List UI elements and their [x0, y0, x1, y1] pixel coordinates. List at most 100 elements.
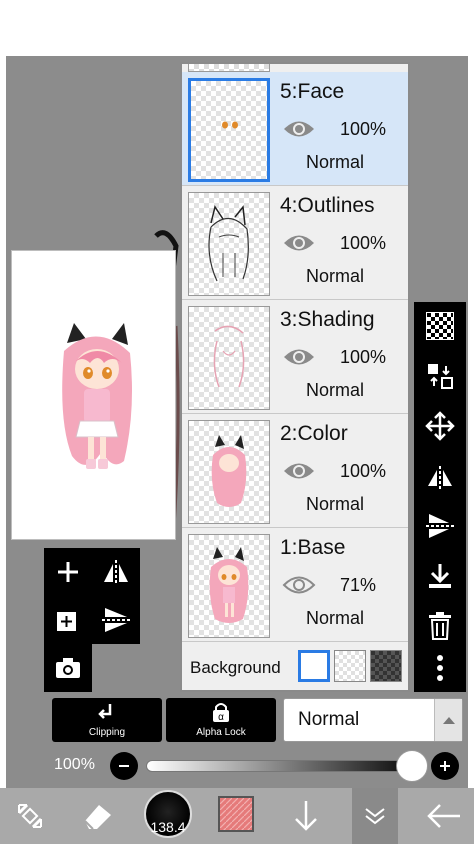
background-row: Background	[182, 644, 408, 690]
opacity-decrease-button[interactable]	[110, 752, 138, 780]
trash-icon	[429, 612, 451, 640]
plus-icon	[58, 562, 78, 582]
flip-vertical-layer-button[interactable]	[420, 506, 460, 546]
camera-toolbox	[44, 644, 92, 692]
eye-icon[interactable]	[282, 232, 316, 254]
layer-thumbnail	[188, 306, 270, 410]
brush-size-button[interactable]: 138.4	[144, 790, 192, 838]
layer-opacity: 71%	[340, 575, 377, 595]
flip-horizontal-icon	[428, 466, 452, 489]
clipping-icon	[98, 704, 112, 719]
eye-icon[interactable]	[282, 346, 316, 368]
opacity-increase-button[interactable]	[431, 752, 459, 780]
clipping-button[interactable]: Clipping	[52, 698, 162, 742]
collapse-panel-button[interactable]	[351, 792, 399, 840]
lock-icon: α	[213, 703, 229, 723]
camera-icon	[56, 658, 80, 678]
layer-actions-toolbar	[414, 302, 466, 692]
layer-opacity: 100%	[340, 347, 387, 367]
layer-thumbnail	[188, 192, 270, 296]
eye-icon[interactable]	[282, 460, 316, 482]
blend-mode-select[interactable]: Normal	[283, 698, 463, 742]
color-picker-button[interactable]	[218, 796, 254, 832]
more-options-button[interactable]	[420, 648, 460, 688]
opacity-slider-handle[interactable]	[396, 750, 428, 782]
layer-blend-mode: Normal	[306, 380, 365, 400]
transfer-icon	[428, 364, 453, 389]
flip-horizontal-button[interactable]	[96, 552, 136, 592]
layer-opacity: 100%	[340, 119, 387, 139]
transform-button[interactable]	[6, 792, 54, 840]
camera-button[interactable]	[48, 648, 88, 688]
add-layer-button[interactable]	[48, 552, 88, 592]
layer-row-shading[interactable]: 3:Shading 100% Normal	[182, 300, 408, 414]
plus-icon	[440, 761, 450, 771]
layer-blend-mode: Normal	[306, 266, 365, 286]
flip-vertical-icon	[102, 608, 130, 632]
transparency-button[interactable]	[420, 306, 460, 346]
layer-opacity: 100%	[340, 461, 387, 481]
layer-row-face[interactable]: 5:Face 100% Normal	[182, 72, 408, 186]
layer-row-outlines[interactable]: 4:Outlines 100% Normal	[182, 186, 408, 300]
layer-thumbnail	[188, 78, 270, 182]
layer-thumbnail	[188, 420, 270, 524]
merge-down-icon	[429, 564, 451, 588]
chevron-up-icon	[442, 717, 455, 724]
back-button[interactable]	[420, 792, 468, 840]
layer-blend-mode: Normal	[306, 494, 365, 514]
eye-icon[interactable]	[282, 574, 316, 596]
layer-panel: 5:Face 100% Normal 4:Outlines 100% Norma…	[180, 62, 410, 692]
arrow-down-icon	[295, 801, 317, 831]
layer-list-scroll-edge	[188, 64, 270, 72]
layer-row-base[interactable]: 1:Base 71% Normal	[182, 528, 408, 642]
checkerboard-icon	[426, 312, 454, 340]
background-white-option[interactable]	[298, 650, 330, 682]
chevron-down-icon	[365, 808, 385, 825]
alpha-lock-button[interactable]: α Alpha Lock	[166, 698, 276, 742]
merge-down-button[interactable]	[420, 556, 460, 596]
eraser-icon	[84, 805, 111, 830]
clipping-label: Clipping	[88, 727, 126, 738]
app-root: 5:Face 100% Normal 4:Outlines 100% Norma…	[0, 0, 474, 844]
background-label: Background	[190, 658, 281, 677]
delete-layer-button[interactable]	[420, 606, 460, 646]
flip-horizontal-icon	[104, 560, 128, 585]
flip-horizontal-layer-button[interactable]	[420, 456, 460, 496]
opacity-slider[interactable]	[146, 760, 424, 772]
move-button[interactable]	[420, 406, 460, 446]
layer-name: 1:Base	[280, 536, 346, 559]
more-vertical-icon	[437, 655, 443, 681]
transfer-button[interactable]	[420, 356, 460, 396]
background-dark-option[interactable]	[370, 650, 402, 682]
layer-name: 2:Color	[280, 422, 348, 445]
flip-vertical-icon	[426, 514, 454, 538]
transform-icon	[17, 803, 43, 829]
add-image-layer-button[interactable]	[48, 600, 88, 640]
layer-blend-mode: Normal	[306, 152, 365, 172]
blend-mode-dropdown-arrow	[434, 699, 462, 741]
canvas-preview[interactable]	[11, 250, 176, 540]
layer-row-color[interactable]: 2:Color 100% Normal	[182, 414, 408, 528]
arrow-left-icon	[427, 804, 460, 828]
bottom-toolbar: 138.4	[0, 788, 474, 844]
character-illustration	[62, 323, 133, 469]
opacity-value: 100%	[54, 756, 95, 773]
move-icon	[425, 411, 455, 441]
layer-opacity: 100%	[340, 233, 387, 253]
background-transparent-option[interactable]	[334, 650, 366, 682]
layer-name: 4:Outlines	[280, 194, 375, 217]
layer-blend-mode: Normal	[306, 608, 365, 628]
add-layer-icon	[57, 612, 76, 631]
layer-name: 3:Shading	[280, 308, 375, 331]
blend-mode-value: Normal	[298, 709, 360, 730]
layer-thumbnail	[188, 534, 270, 638]
minus-icon	[119, 765, 129, 767]
down-button[interactable]	[282, 792, 330, 840]
layer-name: 5:Face	[280, 80, 345, 103]
current-color-icon	[220, 798, 252, 830]
svg-text:α: α	[218, 712, 224, 723]
eye-icon[interactable]	[282, 118, 316, 140]
flip-vertical-button[interactable]	[96, 600, 136, 640]
alpha-lock-label: Alpha Lock	[196, 727, 246, 738]
eraser-button[interactable]	[74, 792, 122, 840]
